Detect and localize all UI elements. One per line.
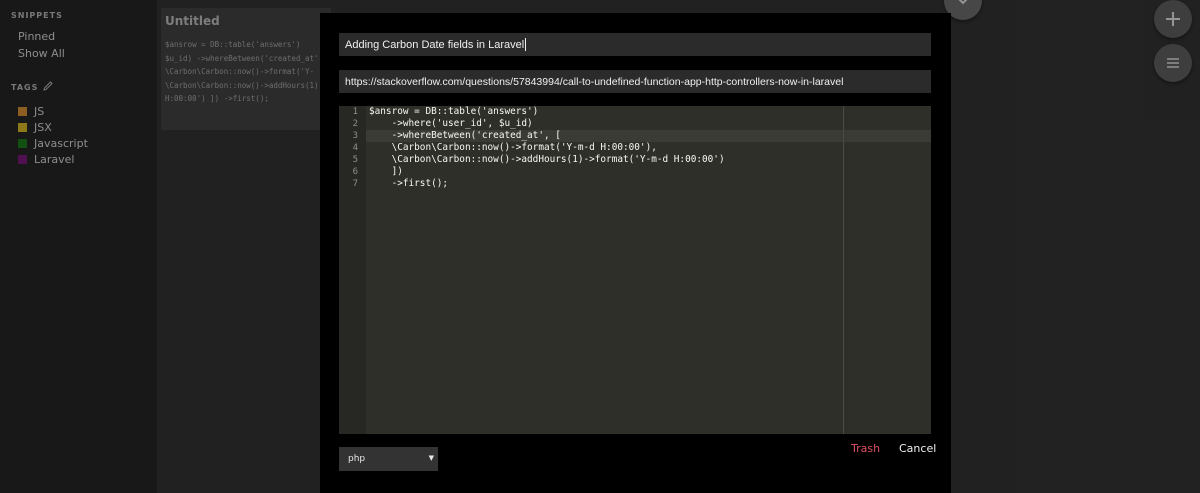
code-line: ]) [369,166,403,177]
cancel-button[interactable]: Cancel [899,442,936,455]
code-line: ->where('user_id', $u_id) [369,118,533,129]
line-number: 4 [352,143,358,153]
line-number: 7 [352,179,358,189]
line-number: 6 [352,167,358,177]
line-number: 5 [352,155,358,165]
language-value: php [348,454,366,464]
line-number: 3 [352,131,358,141]
text-caret [525,38,527,51]
snippet-title-input[interactable]: Adding Carbon Date fields in Laravel [339,33,931,56]
code-line: ->whereBetween('created_at', [ [369,130,561,141]
print-margin [843,106,844,434]
line-number: 1 [352,107,358,117]
code-line: $ansrow = DB::table('answers') [369,106,539,117]
trash-button[interactable]: Trash [851,442,880,455]
code-editor[interactable]: 1 2 3 4 5 6 7 $ansrow = DB::table('answe… [339,106,931,434]
code-line: \Carbon\Carbon::now()->addHours(1)->form… [369,154,725,165]
snippet-url-input[interactable]: https://stackoverflow.com/questions/5784… [339,70,931,93]
language-select[interactable]: php ▼ [339,447,438,471]
editor-gutter: 1 2 3 4 5 6 7 [339,106,366,434]
code-line: \Carbon\Carbon::now()->format('Y-m-d H:0… [369,142,657,153]
snippet-url-value: https://stackoverflow.com/questions/5784… [345,75,844,88]
code-line: ->first(); [369,178,449,189]
dropdown-arrow-icon: ▼ [428,454,434,462]
line-number: 2 [352,119,358,129]
snippet-edit-modal: Adding Carbon Date fields in Laravel htt… [320,13,951,493]
snippet-title-value: Adding Carbon Date fields in Laravel [345,38,525,51]
